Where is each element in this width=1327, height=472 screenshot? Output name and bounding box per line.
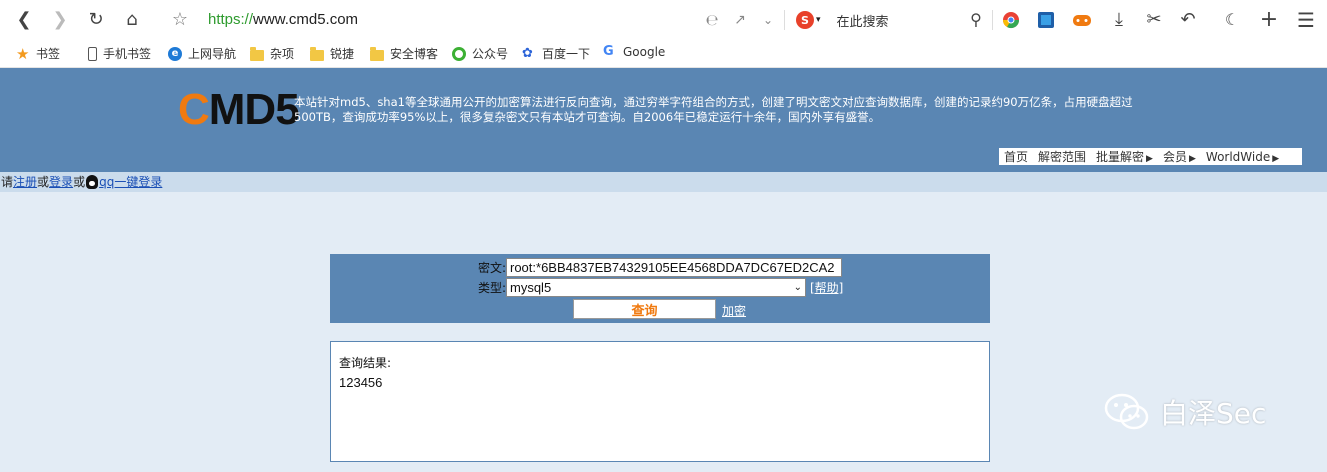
cipher-input[interactable]: root:*6BB4837EB74329105EE4568DDA7DC67ED2… (506, 258, 842, 277)
reload-icon[interactable]: ↻ (84, 8, 108, 32)
site-nav: 首页 解密范围 批量解密 ▶ 会员 ▶ WorldWide ▶ (999, 148, 1302, 165)
wechat-icon (452, 46, 466, 61)
star-filled-icon: ★ (16, 44, 30, 63)
sogou-icon[interactable]: S (796, 11, 814, 29)
chevron-down-icon[interactable]: ⌄ (756, 8, 780, 32)
register-link[interactable]: 注册 (13, 172, 37, 192)
query-panel: 密文: root:*6BB4837EB74329105EE4568DDA7DC6… (330, 254, 990, 323)
bookmark-label: 手机书签 (103, 47, 152, 61)
result-value: 123456 (339, 375, 383, 390)
reader-app-icon[interactable] (1034, 8, 1058, 32)
moon-icon[interactable]: ☾ (1220, 8, 1244, 32)
triangle-right-icon: ▶ (1188, 154, 1196, 164)
address-bar[interactable]: https://www.cmd5.com (208, 11, 358, 28)
type-select[interactable]: mysql5 ⌄ (506, 278, 806, 297)
wechat-watermark-icon (1104, 393, 1149, 430)
game-icon[interactable] (1070, 8, 1094, 32)
nav-batch-decrypt[interactable]: 批量解密 ▶ (1091, 148, 1158, 165)
baidu-icon: ✿ (522, 45, 533, 61)
bookmark-item[interactable]: ✿ 百度一下 (522, 45, 590, 62)
phone-icon (88, 46, 97, 61)
logo-rest: MD5 (208, 85, 300, 134)
scissors-icon[interactable]: ✂ (1142, 8, 1166, 32)
login-prefix: 请 (1, 175, 14, 189)
download-icon[interactable]: ⤓ (1107, 8, 1131, 32)
bookmark-item[interactable]: 锐捷 (310, 45, 354, 62)
bookmarks-bar: ★ 书签 手机书签 e 上网导航 杂项 锐捷 安全博客 公众号 ✿ 百度一下 G Goo… (0, 40, 1327, 68)
ie-mode-icon[interactable]: ℮ (700, 8, 724, 32)
nav-label: 批量解密 (1096, 150, 1145, 164)
login-or: 或 (37, 175, 50, 189)
logo-c: C (178, 85, 210, 134)
bookmark-item[interactable]: 公众号 (452, 45, 508, 62)
back-icon[interactable]: ❮ (12, 8, 36, 32)
type-selected-value: mysql5 (510, 280, 552, 295)
search-engine-caret-icon[interactable]: ▾ (816, 15, 821, 25)
watermark-text: 白泽Sec (1160, 397, 1267, 430)
chevron-down-icon: ⌄ (793, 282, 802, 293)
cmd5-logo[interactable]: CMD5 (178, 85, 300, 134)
bookmark-label: 杂项 (270, 47, 295, 61)
nav-home[interactable]: 首页 (999, 148, 1033, 165)
folder-icon (250, 46, 264, 61)
bookmark-item[interactable]: 手机书签 (88, 45, 151, 62)
bookmark-item[interactable]: 杂项 (250, 45, 294, 62)
divider (784, 10, 785, 30)
bookmark-label: 安全博客 (390, 47, 439, 61)
nav-worldwide[interactable]: WorldWide ▶ (1201, 150, 1284, 164)
qq-login-link[interactable]: qq一键登录 (99, 172, 162, 192)
bookmark-item[interactable]: e 上网导航 (168, 45, 236, 62)
divider (992, 10, 993, 30)
bookmark-label: 公众号 (472, 47, 509, 61)
triangle-right-icon: ▶ (1272, 153, 1280, 164)
url-scheme: https:// (208, 11, 254, 28)
ie-icon: e (168, 46, 182, 61)
encrypt-link[interactable]: 加密 (722, 302, 746, 319)
site-intro: 本站针对md5、sha1等全球通用公开的加密算法进行反向查询，通过穷举字符组合的… (294, 95, 1133, 124)
login-link[interactable]: 登录 (49, 172, 73, 192)
cipher-label: 密文: (477, 261, 506, 275)
bookmark-item[interactable]: G Google (603, 44, 666, 60)
result-box: 查询结果: 123456 (330, 341, 990, 462)
google-icon: G (603, 44, 614, 59)
bookmark-item[interactable]: 安全博客 (370, 45, 438, 62)
type-row: 类型: mysql5 ⌄ [帮助] (330, 278, 843, 297)
share-icon[interactable]: ↗ (728, 8, 752, 32)
star-icon[interactable]: ☆ (168, 8, 192, 32)
bookmark-label: 百度一下 (542, 47, 591, 61)
nav-decrypt-range[interactable]: 解密范围 (1033, 148, 1091, 165)
result-label: 查询结果: (339, 356, 392, 370)
search-icon[interactable]: ⚲ (964, 8, 988, 32)
folder-icon (310, 46, 324, 61)
bookmark-label: 上网导航 (188, 47, 237, 61)
nav-label: WorldWide (1205, 149, 1271, 164)
site-header: CMD5 本站针对md5、sha1等全球通用公开的加密算法进行反向查询，通过穷举… (0, 68, 1327, 172)
triangle-right-icon: ▶ (1146, 154, 1153, 164)
login-bar: 请 注册 或 登录 或 qq一键登录 (0, 172, 1327, 192)
bookmark-item[interactable]: ★ 书签 (16, 45, 60, 62)
menu-icon[interactable]: ☰ (1294, 8, 1318, 32)
chrome-app-icon[interactable] (999, 8, 1023, 32)
watermark: 白泽Sec (1104, 392, 1266, 432)
bookmark-label: 书签 (36, 47, 61, 61)
type-label: 类型: (477, 281, 506, 295)
search-input[interactable]: 在此搜索 (837, 11, 889, 30)
url-host: www.cmd5.com (253, 11, 359, 28)
cipher-row: 密文: root:*6BB4837EB74329105EE4568DDA7DC6… (330, 258, 842, 277)
bookmark-label: 锐捷 (330, 47, 355, 61)
search-box[interactable]: S ▾ 在此搜索 (796, 9, 889, 31)
help-link[interactable]: [帮助] (810, 279, 843, 296)
login-or: 或 (73, 175, 86, 189)
home-icon[interactable]: ⌂ (120, 8, 144, 32)
forward-icon[interactable]: ❯ (48, 8, 72, 32)
browser-toolbar: ❮ ❯ ↻ ⌂ ☆ https://www.cmd5.com ℮ ↗ ⌄ S ▾… (0, 0, 1327, 40)
folder-icon (370, 46, 384, 61)
new-tab-icon[interactable]: + (1257, 8, 1281, 32)
qq-icon (86, 175, 99, 189)
query-button[interactable]: 查询 (573, 299, 716, 319)
undo-icon[interactable]: ↶ (1176, 8, 1200, 32)
bookmark-label: Google (623, 45, 666, 59)
nav-label: 会员 (1162, 150, 1187, 164)
nav-member[interactable]: 会员 ▶ (1158, 148, 1201, 165)
